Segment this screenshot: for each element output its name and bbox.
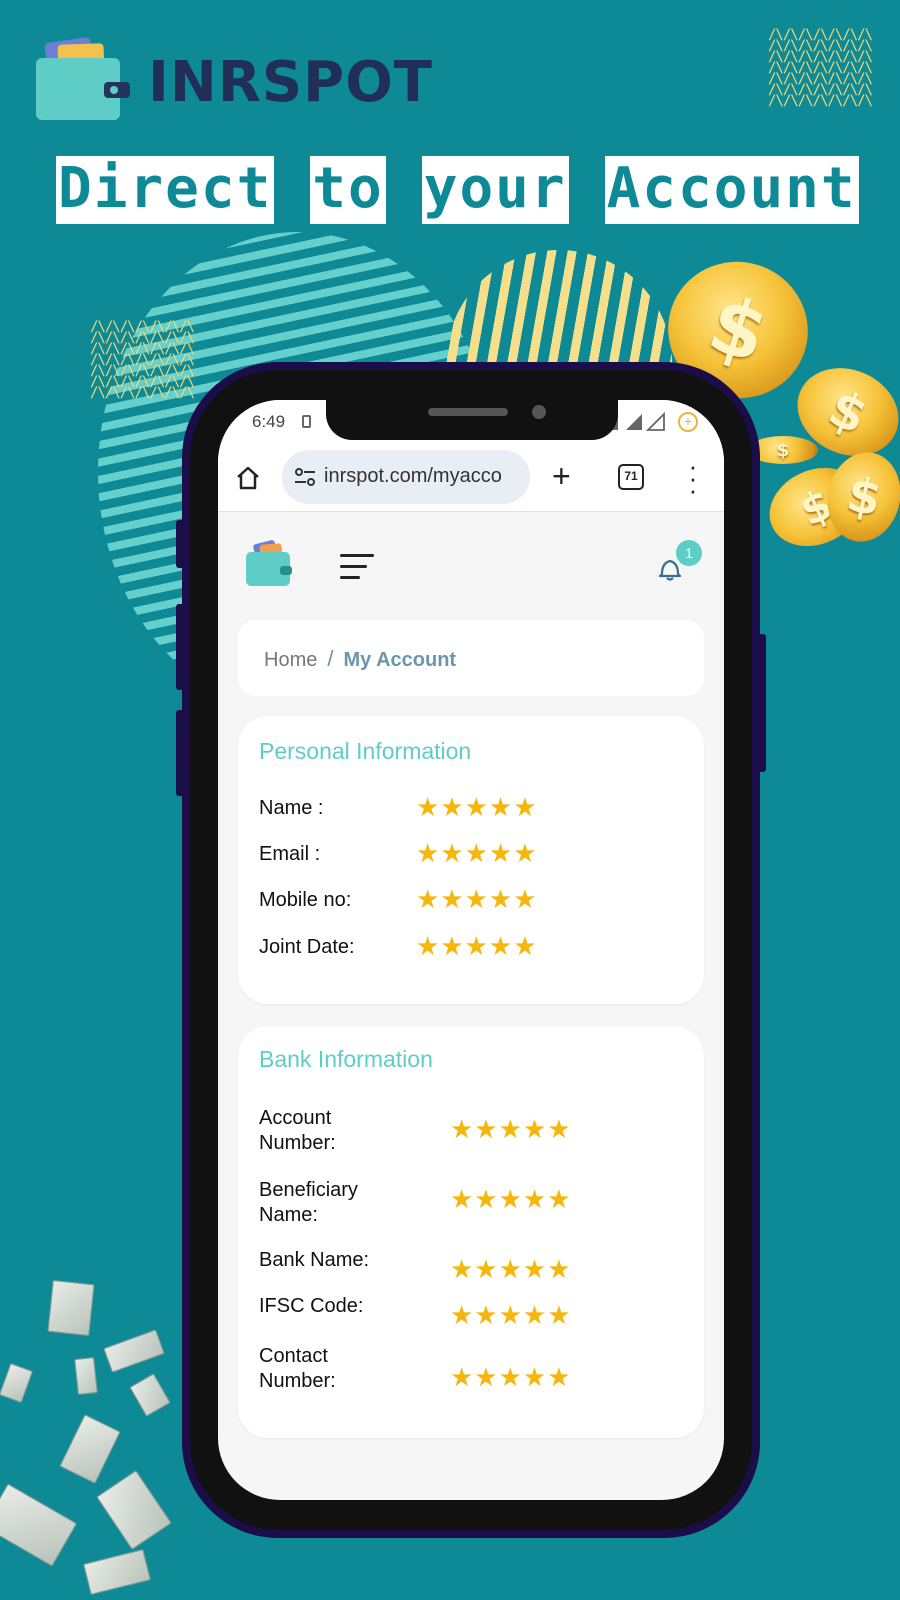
browser-toolbar: inrspot.com/myacco + 71 · · · <box>218 444 724 512</box>
row-label: Beneficiary Name: <box>259 1178 358 1228</box>
row-label-line: Number: <box>259 1132 336 1154</box>
info-row: Mobile no: <box>259 888 351 913</box>
row-label: Joint Date: <box>259 936 355 958</box>
bank-information-card: Bank Information Account Number: ★★★★★ B… <box>238 1026 704 1438</box>
sim-icon <box>302 415 311 428</box>
row-label: Contact Number: <box>259 1344 336 1394</box>
info-row: Beneficiary Name: <box>259 1178 358 1228</box>
row-label: Email : <box>259 843 321 865</box>
banknote-icon <box>0 1483 78 1567</box>
info-row: Name : <box>259 796 323 821</box>
row-label: Name : <box>259 797 324 819</box>
banknote-icon <box>103 1329 165 1373</box>
masked-value: ★★★★★ <box>450 1362 572 1392</box>
phone-side-button <box>756 634 766 772</box>
info-row: Joint Date: <box>259 935 355 960</box>
phone-side-button <box>176 520 186 568</box>
home-icon[interactable] <box>234 464 262 492</box>
breadcrumb-current: My Account <box>343 649 457 671</box>
headline-word: Account <box>604 156 859 224</box>
speaker-grille <box>428 408 508 416</box>
row-label-line: Beneficiary <box>259 1179 358 1201</box>
battery-saver-icon: + <box>678 412 698 432</box>
row-label-line: Number: <box>259 1370 336 1392</box>
phone-side-button <box>176 710 186 796</box>
site-settings-icon[interactable] <box>294 468 316 486</box>
masked-value: ★★★★★ <box>416 931 538 961</box>
personal-information-card: Personal Information Name : ★★★★★ Email … <box>238 716 704 1004</box>
hamburger-menu-icon[interactable] <box>340 554 374 587</box>
phone-screen: 6:49 + inrspot.com/myacco + 71 · · · 1 H… <box>218 400 724 1500</box>
tab-switcher-icon[interactable]: 71 <box>618 464 644 490</box>
breadcrumb-card: Home / My Account <box>238 620 704 696</box>
headline-word: Direct <box>56 156 275 224</box>
banknote-icon <box>47 1279 95 1337</box>
row-label: Bank Name: <box>259 1249 370 1271</box>
row-label-line: Account <box>259 1107 332 1129</box>
card-title: Bank Information <box>259 1046 433 1072</box>
masked-value: ★★★★★ <box>416 838 538 868</box>
menu-icon[interactable]: · · · <box>688 453 698 503</box>
row-label: Mobile no: <box>259 889 352 911</box>
phone-side-button <box>176 604 186 690</box>
masked-value: ★★★★★ <box>450 1184 572 1214</box>
app-header: 1 <box>218 512 724 604</box>
new-tab-icon[interactable]: + <box>552 458 571 494</box>
info-row: Bank Name: <box>259 1248 369 1273</box>
masked-value: ★★★★★ <box>450 1114 572 1144</box>
breadcrumb-separator: / <box>327 646 334 671</box>
row-label: IFSC Code: <box>259 1295 364 1317</box>
banknote-icon <box>74 1357 98 1395</box>
banknote-icon <box>83 1548 151 1596</box>
row-label-line: Name: <box>259 1204 318 1226</box>
row-label: Account Number: <box>259 1106 336 1156</box>
address-bar[interactable]: inrspot.com/myacco <box>282 450 530 504</box>
breadcrumb: Home / My Account <box>264 646 456 672</box>
row-label-line: Contact <box>259 1345 328 1367</box>
banknote-icon <box>0 1362 34 1404</box>
brand-name: INRSPOT <box>148 50 434 115</box>
masked-value: ★★★★★ <box>416 884 538 914</box>
wallet-logo-icon[interactable] <box>246 539 292 586</box>
front-camera <box>532 405 546 419</box>
zigzag-decoration-left: /\/\/\/\/\/\/\ /\/\/\/\/\/\/\ /\/\/\/\/\… <box>90 319 195 401</box>
masked-value: ★★★★★ <box>450 1254 572 1284</box>
info-row: Contact Number: <box>259 1344 336 1394</box>
headline-word: to <box>310 156 386 224</box>
url-text[interactable]: inrspot.com/myacco <box>324 465 502 488</box>
headline-word: your <box>421 156 569 224</box>
card-title: Personal Information <box>259 738 472 764</box>
banknote-icon <box>59 1414 121 1484</box>
info-row: IFSC Code: <box>259 1294 363 1319</box>
brand-logo: INRSPOT <box>36 36 436 124</box>
status-time: 6:49 <box>252 412 286 431</box>
info-row: Account Number: <box>259 1106 336 1156</box>
masked-value: ★★★★★ <box>416 792 538 822</box>
phone-notch <box>326 400 618 440</box>
wallet-clasp-dot <box>110 86 118 94</box>
masked-value: ★★★★★ <box>450 1300 572 1330</box>
breadcrumb-home-link[interactable]: Home <box>264 649 317 672</box>
headline: Direct to your Account <box>56 156 859 224</box>
notification-badge: 1 <box>676 540 702 566</box>
banknote-icon <box>96 1470 172 1550</box>
info-row: Email : <box>259 842 320 867</box>
zigzag-decoration-top-right: /\/\/\/\/\/\/\ /\/\/\/\/\/\/\ /\/\/\/\/\… <box>768 27 873 109</box>
banknote-icon <box>129 1373 171 1417</box>
